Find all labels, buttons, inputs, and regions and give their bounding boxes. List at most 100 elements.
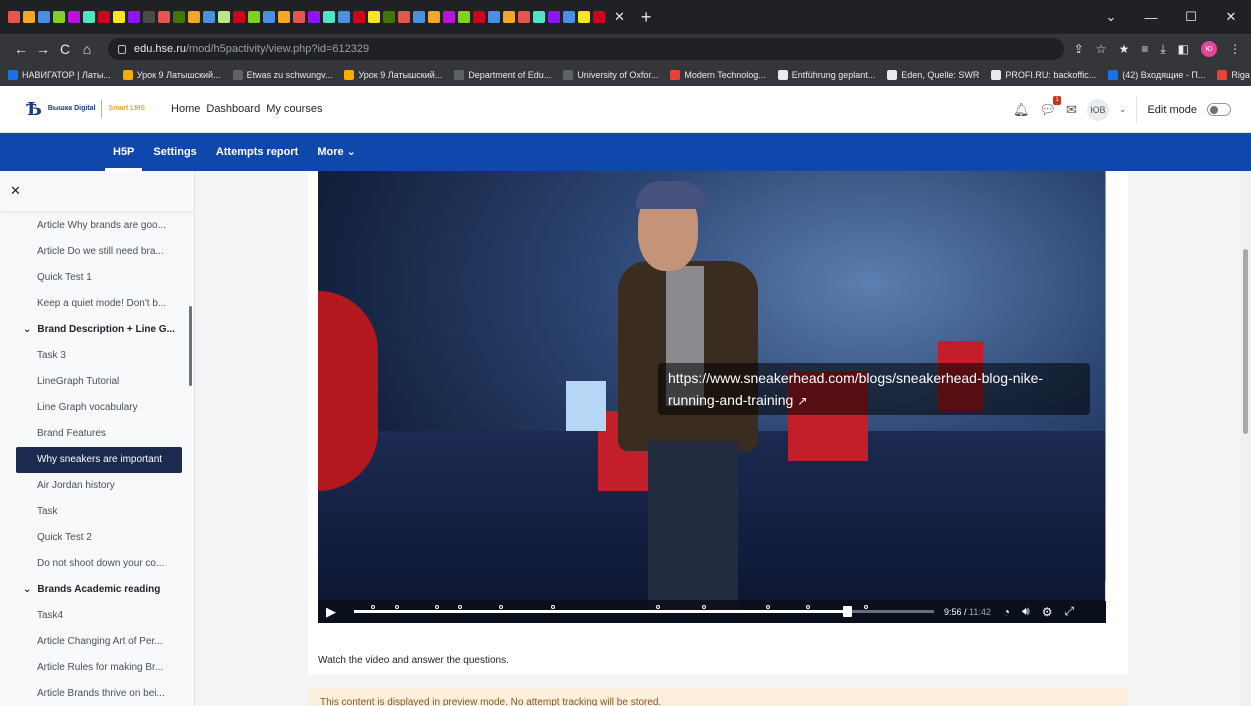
tab-favicon-icon[interactable] — [53, 11, 65, 23]
edit-mode-toggle[interactable] — [1207, 103, 1231, 116]
course-item[interactable]: Keep a quiet mode! Don't b... — [0, 291, 184, 317]
seek-handle[interactable] — [843, 606, 852, 617]
bookmark-item[interactable]: НАВИГАТОР | Латы... — [8, 70, 111, 80]
tab-favicon-icon[interactable] — [23, 11, 35, 23]
tab-favicon-icon[interactable] — [578, 11, 590, 23]
tab-favicon-icon[interactable] — [383, 11, 395, 23]
secondary-tab[interactable]: Attempts report — [216, 133, 299, 171]
course-item[interactable]: Line Graph vocabulary — [0, 395, 184, 421]
tab-favicon-icon[interactable] — [98, 11, 110, 23]
course-item[interactable]: Task4 — [0, 603, 184, 629]
chapter-marker[interactable] — [394, 605, 399, 609]
tab-favicon-icon[interactable] — [8, 11, 20, 23]
tab-favicon-icon[interactable] — [113, 11, 125, 23]
course-item[interactable]: Do not shoot down your co... — [0, 551, 184, 577]
bookmark-item[interactable]: PROFI.RU: backoffic... — [991, 70, 1096, 80]
course-item[interactable]: Article Why brands are goo... — [0, 213, 184, 239]
video-link-text[interactable]: https://www.sneakerhead.com/blogs/sneake… — [668, 370, 1043, 408]
volume-icon[interactable]: 🔊︎ — [1022, 604, 1030, 619]
course-item[interactable]: Quick Test 1 — [0, 265, 184, 291]
tab-favicon-icon[interactable] — [278, 11, 290, 23]
tab-favicon-icon[interactable] — [563, 11, 575, 23]
course-item[interactable]: Article Brands thrive on bei... — [0, 681, 184, 706]
chapter-marker[interactable] — [458, 605, 463, 609]
back-icon[interactable]: ← — [10, 41, 32, 57]
tab-favicon-icon[interactable] — [173, 11, 185, 23]
seek-bar[interactable] — [354, 605, 934, 617]
envelope-icon[interactable]: ✉ — [1066, 102, 1077, 118]
tab-favicon-icon[interactable] — [458, 11, 470, 23]
nav-dashboard[interactable]: Dashboard — [206, 103, 260, 115]
chapter-marker[interactable] — [702, 605, 706, 609]
tab-favicon-icon[interactable] — [413, 11, 425, 23]
bookmark-item[interactable]: Урок 9 Латышский... — [344, 70, 442, 80]
course-item[interactable]: Air Jordan history — [0, 473, 184, 499]
tab-favicon-icon[interactable] — [68, 11, 80, 23]
bookmark-item[interactable]: University of Oxfor... — [563, 70, 658, 80]
tab-favicon-icon[interactable] — [593, 11, 605, 23]
tab-favicon-icon[interactable] — [83, 11, 95, 23]
new-tab-icon[interactable]: + — [641, 7, 652, 28]
bookmark-star-icon[interactable]: ☆ — [1096, 42, 1107, 56]
course-section-header[interactable]: ⌄ Brand Description + Line G... — [0, 317, 184, 343]
minimize-icon[interactable]: — — [1131, 10, 1171, 25]
chapter-marker[interactable] — [806, 605, 811, 609]
share-icon[interactable]: ⇪ — [1074, 42, 1084, 56]
tab-favicon-icon[interactable] — [293, 11, 305, 23]
reading-list-icon[interactable]: ≡ — [1141, 42, 1148, 56]
tab-favicon-icon[interactable] — [38, 11, 50, 23]
close-drawer-icon[interactable]: ✕ — [10, 183, 21, 199]
fullscreen-icon[interactable]: ⤢ — [1064, 604, 1074, 619]
chapter-marker[interactable] — [765, 605, 770, 609]
tab-favicon-icon[interactable] — [548, 11, 560, 23]
tab-search-icon[interactable]: ⌄ — [1091, 9, 1131, 25]
maximize-icon[interactable]: ☐ — [1171, 9, 1211, 25]
drawer-scrollbar[interactable] — [189, 306, 192, 386]
tab-favicon-icon[interactable] — [233, 11, 245, 23]
tab-favicon-icon[interactable] — [323, 11, 335, 23]
tab-favicon-icon[interactable] — [203, 11, 215, 23]
chevron-down-icon[interactable]: ⌄ — [1119, 104, 1127, 115]
nav-home[interactable]: Home — [171, 103, 200, 115]
tab-favicon-icon[interactable] — [338, 11, 350, 23]
course-item[interactable]: Brand Features — [0, 421, 184, 447]
secondary-tab[interactable]: Settings — [153, 133, 196, 171]
course-item[interactable]: Quick Test 2 — [0, 525, 184, 551]
extension-icon[interactable]: ★ — [1119, 42, 1130, 56]
bookmark-item[interactable]: Урок 9 Латышский... — [122, 70, 221, 80]
tab-favicon-icon[interactable] — [188, 11, 200, 23]
frame-scrollbar[interactable] — [1105, 171, 1106, 601]
secondary-tab[interactable]: More ⌄ — [317, 133, 356, 171]
chapter-marker[interactable] — [551, 605, 556, 609]
tab-favicon-icon[interactable] — [368, 11, 380, 23]
tab-favicon-icon[interactable] — [503, 11, 515, 23]
chapter-marker[interactable] — [371, 605, 376, 609]
profile-avatar[interactable]: Ю — [1201, 41, 1217, 57]
tab-favicon-icon[interactable] — [398, 11, 410, 23]
tab-favicon-icon[interactable] — [263, 11, 275, 23]
video-link-overlay[interactable]: https://www.sneakerhead.com/blogs/sneake… — [658, 363, 1090, 415]
bookmark-item[interactable]: Etwas zu schwungv... — [232, 70, 332, 80]
chapter-marker[interactable] — [435, 605, 440, 609]
frame-scroll-thumb[interactable] — [1105, 171, 1106, 581]
tab-favicon-icon[interactable] — [488, 11, 500, 23]
course-item[interactable]: Task 3 — [0, 343, 184, 369]
video-player[interactable]: https://www.sneakerhead.com/blogs/sneake… — [318, 171, 1106, 623]
tab-favicon-icon[interactable] — [353, 11, 365, 23]
course-item-current[interactable]: Why sneakers are important — [16, 447, 182, 473]
bell-icon[interactable]: 🔔︎ — [1013, 102, 1030, 118]
sidepanel-icon[interactable]: ◧ — [1178, 42, 1189, 56]
course-item[interactable]: Article Changing Art of Per... — [0, 629, 184, 655]
close-window-icon[interactable]: ✕ — [1211, 9, 1251, 25]
play-icon[interactable]: ▶ — [326, 604, 344, 620]
tab-close-icon[interactable]: ✕ — [614, 9, 625, 25]
tab-favicon-icon[interactable] — [443, 11, 455, 23]
home-icon[interactable]: ⌂ — [76, 41, 98, 57]
tab-favicon-icon[interactable] — [128, 11, 140, 23]
tab-favicon-icon[interactable] — [473, 11, 485, 23]
page-scrollbar[interactable] — [1240, 171, 1251, 706]
forward-icon[interactable]: → — [32, 41, 54, 57]
chevron-down-icon[interactable]: ⌄ — [23, 317, 31, 343]
tab-favicon-icon[interactable] — [158, 11, 170, 23]
site-logo[interactable]: Ѣ Вышка Digital Smart LMS — [26, 99, 145, 120]
